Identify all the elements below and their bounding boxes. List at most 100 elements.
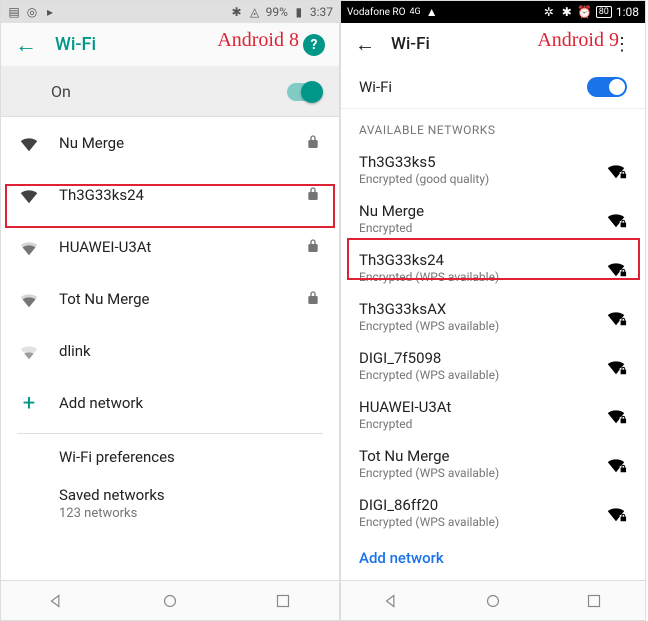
lock-icon bbox=[305, 186, 323, 204]
network-subtitle: Encrypted (WPS available) bbox=[359, 319, 593, 333]
lock-icon bbox=[305, 238, 323, 256]
nav-back-icon[interactable] bbox=[46, 590, 68, 612]
add-network-label: Add network bbox=[59, 394, 143, 412]
nav-bar bbox=[341, 580, 645, 620]
network-texts: DIGI_7f5098Encrypted (WPS available) bbox=[359, 349, 593, 382]
network-name: DIGI_86ff20 bbox=[359, 496, 593, 514]
notif-icon: ▤ bbox=[7, 5, 21, 19]
status-bar: Vodafone RO 4G ▲ ✲ ✱ ⏰ 80 1:08 bbox=[341, 1, 645, 23]
nav-home-icon[interactable] bbox=[159, 590, 181, 612]
wifi-lock-icon bbox=[605, 257, 627, 279]
help-icon[interactable]: ? bbox=[303, 34, 325, 56]
battery-pct: 99% bbox=[266, 5, 288, 19]
network-subtitle: Encrypted (WPS available) bbox=[359, 368, 593, 382]
network-row[interactable]: Nu MergeEncrypted bbox=[341, 194, 645, 243]
wifi-lock-icon bbox=[605, 208, 627, 230]
android8-phone: Android 8 ▤ ◎ ▸ ✱ ◬ 99% ▮ 3:37 ← Wi-Fi ?… bbox=[0, 0, 340, 621]
wifi-toggle[interactable] bbox=[287, 83, 321, 101]
wifi-lock-icon bbox=[605, 159, 627, 181]
no-sim-icon: ◬ bbox=[248, 5, 262, 19]
network-subtitle: Encrypted (WPS available) bbox=[359, 270, 593, 284]
back-icon[interactable]: ← bbox=[355, 32, 375, 57]
network-name: HUAWEI-U3At bbox=[59, 238, 287, 256]
network-row[interactable]: DIGI_7f5098Encrypted (WPS available) bbox=[341, 341, 645, 390]
clock: 3:37 bbox=[310, 5, 333, 19]
network-subtitle: Encrypted bbox=[359, 417, 593, 431]
network-texts: Tot Nu MergeEncrypted (WPS available) bbox=[359, 447, 593, 480]
play-icon: ▸ bbox=[43, 5, 57, 19]
network-row[interactable]: Th3G33ks5Encrypted (good quality) bbox=[341, 145, 645, 194]
network-row[interactable]: dlink bbox=[1, 325, 339, 377]
more-icon[interactable]: ⋮ bbox=[613, 34, 631, 55]
bluetooth-icon: ✱ bbox=[560, 5, 574, 19]
network-name: Tot Nu Merge bbox=[359, 447, 593, 465]
wifi-on-row[interactable]: On bbox=[1, 67, 339, 117]
network-name: Tot Nu Merge bbox=[59, 290, 287, 308]
status-bar: ▤ ◎ ▸ ✱ ◬ 99% ▮ 3:37 bbox=[1, 1, 339, 23]
wifi-toggle-row[interactable]: Wi-Fi bbox=[341, 65, 645, 109]
nav-bar bbox=[1, 580, 339, 620]
wifi-signal-icon bbox=[17, 235, 41, 259]
network-texts: HUAWEI-U3AtEncrypted bbox=[359, 398, 593, 431]
page-title: Wi-Fi bbox=[55, 34, 285, 55]
network-name: Nu Merge bbox=[59, 134, 287, 152]
network-row[interactable]: Th3G33ks24Encrypted (WPS available) bbox=[341, 243, 645, 292]
network-name: Th3G33ks24 bbox=[59, 186, 287, 204]
add-network-row[interactable]: +Add network bbox=[1, 377, 339, 429]
network-name: Th3G33ks24 bbox=[359, 251, 593, 269]
network-row[interactable]: Th3G33ksAXEncrypted (WPS available) bbox=[341, 292, 645, 341]
network-row[interactable]: Tot Nu Merge bbox=[1, 273, 339, 325]
network-texts: Th3G33ks5Encrypted (good quality) bbox=[359, 153, 593, 186]
network-row[interactable]: DIGI_86ff20Encrypted (WPS available) bbox=[341, 488, 645, 537]
battery-pct: 80 bbox=[596, 6, 612, 18]
network-subtitle: Encrypted bbox=[359, 221, 593, 235]
bluetooth-icon: ✱ bbox=[230, 5, 244, 19]
wifi-toggle[interactable] bbox=[587, 77, 627, 97]
network-row[interactable]: HUAWEI-U3At bbox=[1, 221, 339, 273]
network-row[interactable]: HUAWEI-U3AtEncrypted bbox=[341, 390, 645, 439]
network-name: Th3G33ks5 bbox=[359, 153, 593, 171]
nav-recent-icon[interactable] bbox=[272, 590, 294, 612]
divider bbox=[17, 433, 323, 434]
network-texts: Th3G33ksAXEncrypted (WPS available) bbox=[359, 300, 593, 333]
wifi-lock-icon bbox=[605, 453, 627, 475]
network-list: Nu Merge Th3G33ks24 HUAWEI-U3At Tot Nu Merg… bbox=[1, 117, 339, 580]
network-row[interactable]: Th3G33ks24 bbox=[1, 169, 339, 221]
wifi-preferences-row[interactable]: Wi-Fi preferences bbox=[1, 438, 339, 476]
clock: 1:08 bbox=[616, 5, 639, 19]
nav-back-icon[interactable] bbox=[381, 590, 403, 612]
wifi-label: Wi-Fi bbox=[359, 78, 392, 96]
saved-networks-row[interactable]: Saved networks123 networks bbox=[1, 476, 339, 531]
header: ← Wi-Fi ⋮ bbox=[341, 23, 645, 65]
network-subtitle: Encrypted (WPS available) bbox=[359, 515, 593, 529]
network-texts: Nu MergeEncrypted bbox=[359, 202, 593, 235]
lock-icon bbox=[305, 290, 323, 308]
nav-recent-icon[interactable] bbox=[583, 590, 605, 612]
battery-icon: ▮ bbox=[292, 5, 306, 19]
wifi-signal-icon bbox=[17, 339, 41, 363]
network-name: HUAWEI-U3At bbox=[359, 398, 593, 416]
back-icon[interactable]: ← bbox=[15, 32, 37, 58]
nav-home-icon[interactable] bbox=[482, 590, 504, 612]
alarm-icon: ⏰ bbox=[578, 5, 592, 19]
network-name: Nu Merge bbox=[359, 202, 593, 220]
wifi-lock-icon bbox=[605, 306, 627, 328]
wifi-lock-icon bbox=[605, 404, 627, 426]
network-row[interactable]: Tot Nu MergeEncrypted (WPS available) bbox=[341, 439, 645, 488]
add-network-link[interactable]: Add network bbox=[341, 537, 645, 579]
page-title: Wi-Fi bbox=[391, 34, 597, 54]
wifi-lock-icon bbox=[605, 355, 627, 377]
network-subtitle: Encrypted (good quality) bbox=[359, 172, 593, 186]
android9-phone: Android 9 Vodafone RO 4G ▲ ✲ ✱ ⏰ 80 1:08… bbox=[340, 0, 646, 621]
pref-title: Wi-Fi preferences bbox=[59, 448, 321, 466]
network-list: Th3G33ks5Encrypted (good quality) Nu Merg… bbox=[341, 145, 645, 580]
network-name: DIGI_7f5098 bbox=[359, 349, 593, 367]
network-texts: DIGI_86ff20Encrypted (WPS available) bbox=[359, 496, 593, 529]
network-row[interactable]: Nu Merge bbox=[1, 117, 339, 169]
wifi-signal-icon bbox=[17, 131, 41, 155]
pref-title: Saved networks bbox=[59, 486, 321, 504]
carrier: Vodafone RO bbox=[347, 7, 405, 18]
on-label: On bbox=[51, 82, 71, 101]
signal-icon: ▲ bbox=[425, 5, 439, 19]
chrome-icon: ◎ bbox=[25, 5, 39, 19]
